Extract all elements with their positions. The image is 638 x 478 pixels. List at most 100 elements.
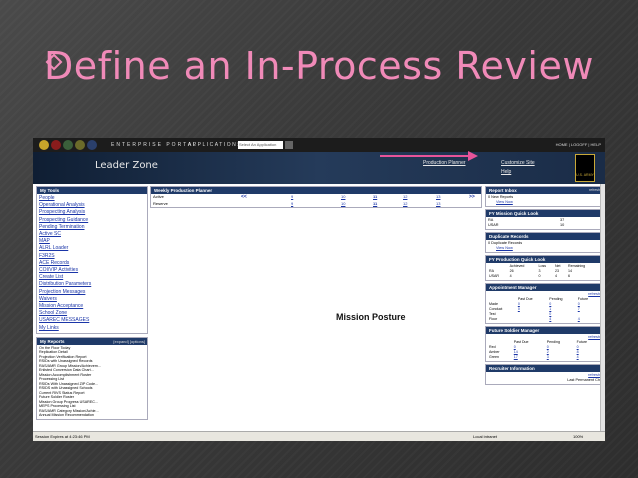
planner-row: Reserve 9 10 11 12 13 [151, 201, 481, 208]
weekly-planner-panel: Weekly Production Planner Active << 9 10 11 1… [150, 186, 482, 211]
report-link[interactable]: Annual Mission Recommendation [39, 413, 145, 418]
expand-link[interactable]: [expand] [113, 339, 128, 344]
weekly-planner-box: Weekly Production Planner Active << 9 10 11 1… [150, 186, 482, 208]
customize-site-link[interactable]: Customize Site [501, 160, 535, 166]
my-tools-list: People Operational Analysis Prospecting An… [37, 194, 147, 333]
table-cell [517, 317, 548, 322]
table-cell[interactable]: 4 [548, 317, 576, 322]
fy-mission-panel: FY Mission Quick Look RA 37 USAR 10 [485, 209, 603, 230]
leader-zone-title: Leader Zone [95, 160, 158, 171]
tool-link[interactable]: My Links [39, 325, 145, 332]
tool-link[interactable]: Prospecting Guidance [39, 217, 145, 224]
appointment-manager-panel: Appointment Manager refresh Past Due Pend… [485, 283, 603, 324]
table-cell: 4 [509, 274, 512, 278]
annotation-arrow [380, 155, 472, 157]
tool-link[interactable]: Pending Termination [39, 224, 145, 231]
tool-link[interactable]: School Zone [39, 310, 145, 317]
table-row: USAR 4 0 4 6 [488, 274, 600, 279]
table-cell: 4 [554, 274, 557, 278]
future-soldier-panel: Future Soldier Manager refresh Past Due P… [485, 326, 603, 362]
appointment-manager-header: Appointment Manager [486, 284, 602, 291]
tool-link[interactable]: F3R2S [39, 253, 145, 260]
row-label: Green [489, 355, 499, 359]
table-cell[interactable]: 17 [513, 355, 546, 360]
future-soldier-header: Future Soldier Manager [486, 327, 602, 334]
refresh-link[interactable]: refresh [589, 188, 600, 193]
production-planner-link[interactable]: Production Planner [423, 160, 466, 166]
recruiter-info-line: Last Permanent Ch [567, 378, 600, 382]
go-button[interactable] [285, 141, 293, 149]
table-cell[interactable]: 3 [546, 355, 576, 360]
tool-link[interactable]: People [39, 195, 145, 202]
my-reports-list: On the Floor Today Replication Detail Proj… [37, 345, 147, 419]
tool-link[interactable]: Mission Acceptance [39, 303, 145, 310]
planner-day-link[interactable]: 9 [291, 201, 293, 208]
appointment-table: Past Due Pending Future Made 0 0 0 Conduct 0 1 7 Te… [488, 297, 600, 322]
seal-icon [63, 140, 73, 150]
tool-link[interactable]: USAREC MESSAGES [39, 317, 145, 324]
future-soldier-table: Past Due Pending Future Red 0 0 0 Amber 14 2 8 Gree… [488, 340, 600, 360]
mission-row: USAR 10 [488, 223, 600, 228]
table-cell[interactable]: 4 [576, 355, 600, 360]
table-cell[interactable]: 4 [577, 317, 600, 322]
unit-seals [39, 140, 97, 150]
left-column: My Tools People Operational Analysis Prosp… [36, 186, 148, 423]
table-cell: 0 [538, 274, 541, 278]
application-select[interactable]: Select An Application [238, 141, 283, 149]
fy-mission-header: FY Mission Quick Look [486, 210, 602, 217]
row-label: Floor [489, 317, 498, 321]
applications-label: APPLICATIONS [188, 142, 243, 148]
report-inbox-header: Report Inbox refresh [486, 187, 602, 194]
future-soldier-title: Future Soldier Manager [489, 328, 540, 333]
mission-label: USAR [488, 223, 499, 227]
annotation-arrow-head [468, 151, 478, 161]
mission-label: RA [488, 218, 494, 222]
duplicate-records-panel: Duplicate Records 0 Duplicate Records Vi… [485, 232, 603, 253]
mission-value: 10 [560, 223, 565, 227]
tool-link[interactable]: Distribution Parameters [39, 281, 145, 288]
weekly-planner-rows: Active << 9 10 11 12 13 >> Reserve 9 10 11 12 13 [151, 194, 481, 207]
planner-day-link[interactable]: 13 [436, 201, 440, 208]
help-link[interactable]: Help [501, 169, 511, 175]
tool-link[interactable]: Waivers [39, 296, 145, 303]
right-column: Report Inbox refresh 0 New Reports View … [485, 186, 603, 387]
table-row: Floor 4 4 [488, 317, 600, 322]
tool-link[interactable]: Active SC [39, 231, 145, 238]
zoom-level[interactable]: 100% [573, 432, 583, 441]
tool-link[interactable]: Operational Analysis [39, 202, 145, 209]
recruiter-info-panel: Recruiter Information refresh Last Perma… [485, 364, 603, 385]
tool-link[interactable]: ALRL Loader [39, 245, 145, 252]
row-label: USAR [489, 274, 499, 278]
weekly-planner-header: Weekly Production Planner [151, 187, 481, 194]
browser-screenshot: ENTERPRISE PORTAL APPLICATIONS Select An… [33, 138, 605, 441]
planner-day-link[interactable]: 12 [403, 201, 407, 208]
tool-link[interactable]: Prospecting Analysis [39, 209, 145, 216]
seal-icon [75, 140, 85, 150]
fy-production-table: Achieved Loss Net Remaining RA 26 3 23 14 USAR 4 0 4… [488, 264, 600, 279]
my-tools-header: My Tools [37, 187, 147, 194]
enterprise-portal-label: ENTERPRISE PORTAL [111, 142, 198, 148]
tool-link[interactable]: Create List [39, 274, 145, 281]
seal-icon [39, 140, 49, 150]
session-expiry: Session Expires at 4:23:46 PM [35, 434, 90, 439]
planner-row-label: Reserve [153, 200, 168, 206]
top-links[interactable]: HOME | LOGOFF | HELP [556, 142, 601, 147]
table-cell: 6 [568, 274, 570, 278]
planner-day-link[interactable]: 10 [341, 201, 345, 208]
recruiter-info-header: Recruiter Information [486, 365, 602, 372]
banner: Leader Zone Production Planner Customize… [33, 152, 605, 184]
vertical-scrollbar[interactable] [600, 184, 605, 431]
tool-link[interactable]: ACE Records [39, 260, 145, 267]
options-link[interactable]: [options] [130, 339, 145, 344]
fy-production-header: FY Production Quick Look [486, 256, 602, 263]
report-inbox-panel: Report Inbox refresh 0 New Reports View … [485, 186, 603, 207]
mission-posture-label: Mission Posture [336, 312, 406, 322]
tool-link[interactable]: Projection Messages [39, 289, 145, 296]
planner-day-link[interactable]: 11 [373, 201, 377, 208]
view-now-link[interactable]: View Now [488, 200, 600, 205]
view-now-link[interactable]: View Now [488, 246, 600, 251]
tool-link[interactable]: COI/VIP Activities [39, 267, 145, 274]
status-bar: Session Expires at 4:23:46 PM Local intr… [33, 431, 605, 441]
duplicate-records-header: Duplicate Records [486, 233, 602, 240]
tool-link[interactable]: MAP [39, 238, 145, 245]
